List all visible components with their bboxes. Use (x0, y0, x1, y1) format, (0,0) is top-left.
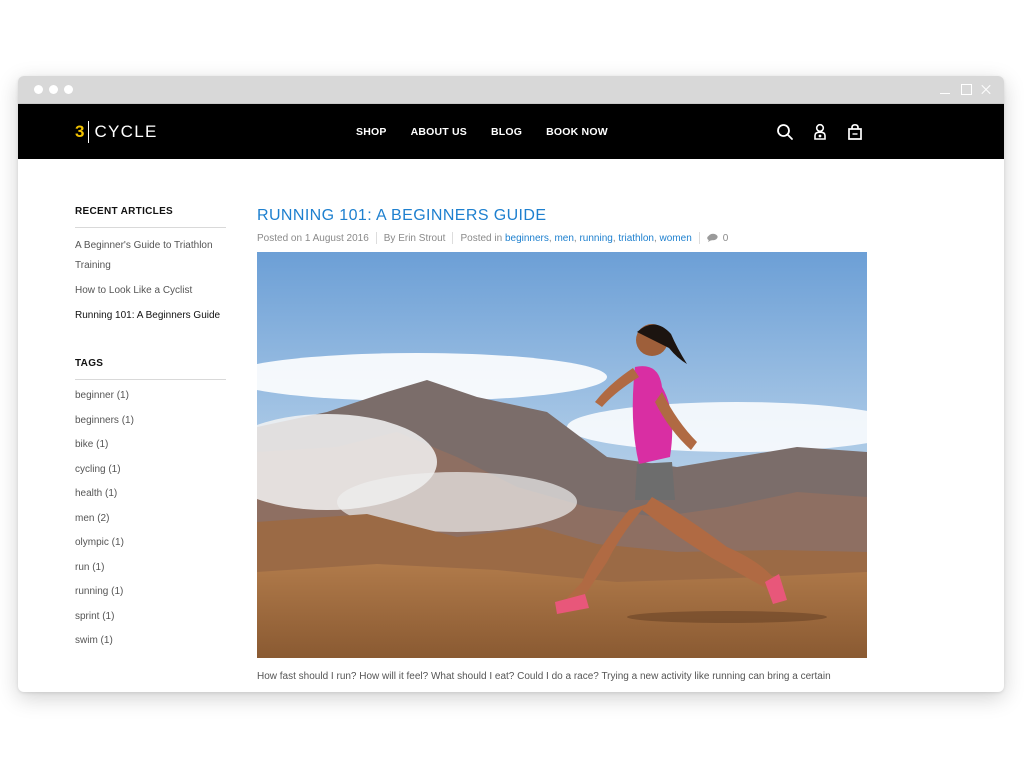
maximize-icon[interactable] (959, 82, 973, 96)
nav-link-shop[interactable]: SHOP (356, 126, 387, 138)
tag-link[interactable]: sprint (1) (75, 610, 226, 625)
nav-link-book-now[interactable]: BOOK NOW (546, 126, 608, 138)
category-link[interactable]: running (579, 233, 612, 244)
comment-count[interactable]: 0 (723, 233, 729, 244)
tag-link[interactable]: run (1) (75, 561, 226, 576)
tag-link[interactable]: bike (1) (75, 438, 226, 453)
article-title[interactable]: RUNNING 101: A BEGINNERS GUIDE (257, 206, 867, 226)
blog-article: RUNNING 101: A BEGINNERS GUIDE Posted on… (257, 206, 867, 682)
logo-text: CYCLE (94, 122, 158, 141)
account-icon[interactable] (811, 123, 829, 141)
browser-window: 3 CYCLE SHOP ABOUT US BLOG BOOK NOW RECE… (18, 76, 1004, 692)
tag-link[interactable]: olympic (1) (75, 536, 226, 551)
category-link[interactable]: men (554, 233, 573, 244)
post-date: Posted on 1 August 2016 (257, 232, 369, 244)
tag-link[interactable]: running (1) (75, 585, 226, 600)
recent-articles-heading: RECENT ARTICLES (75, 206, 226, 228)
tag-link[interactable]: cycling (1) (75, 463, 226, 478)
window-dot-icon (49, 85, 58, 94)
recent-articles-list: A Beginner's Guide to Triathlon Training… (75, 236, 226, 326)
category-link[interactable]: women (660, 233, 692, 244)
tags-heading: TAGS (75, 358, 226, 380)
window-titlebar (18, 76, 1004, 104)
window-dot-icon (64, 85, 73, 94)
site-logo[interactable]: 3 CYCLE (75, 118, 158, 146)
article-excerpt: How fast should I run? How will it feel?… (257, 671, 831, 682)
meta-divider (375, 232, 377, 244)
recent-article-link[interactable]: How to Look Like a Cyclist (75, 281, 226, 301)
recent-article-link[interactable]: A Beginner's Guide to Triathlon Training (75, 236, 226, 276)
page-content: RECENT ARTICLES A Beginner's Guide to Tr… (18, 159, 1004, 692)
logo-number: 3 (75, 122, 85, 141)
nav-link-blog[interactable]: BLOG (491, 126, 522, 138)
meta-divider (452, 232, 454, 244)
window-dot-icon (34, 85, 43, 94)
category-link[interactable]: triathlon (618, 233, 654, 244)
posted-in-label: Posted in (460, 232, 503, 244)
sidebar: RECENT ARTICLES A Beginner's Guide to Tr… (75, 206, 226, 659)
tag-list: beginner (1) beginners (1) bike (1) cycl… (75, 389, 226, 649)
cart-icon[interactable] (846, 123, 864, 141)
meta-divider (698, 232, 700, 244)
nav-link-about-us[interactable]: ABOUT US (411, 126, 467, 138)
nav-icons (759, 104, 864, 159)
post-author[interactable]: By Erin Strout (384, 233, 446, 244)
article-hero-image (257, 252, 867, 658)
recent-article-link-current[interactable]: Running 101: A Beginners Guide (75, 306, 226, 326)
search-icon[interactable] (776, 123, 794, 141)
tag-link[interactable]: beginners (1) (75, 414, 226, 429)
main-nav: SHOP ABOUT US BLOG BOOK NOW (356, 104, 632, 159)
tag-link[interactable]: health (1) (75, 487, 226, 502)
tag-link[interactable]: men (2) (75, 512, 226, 527)
logo-divider (88, 121, 90, 143)
tag-link[interactable]: swim (1) (75, 634, 226, 649)
category-link[interactable]: beginners (505, 233, 549, 244)
comment-icon (706, 233, 718, 242)
tag-link[interactable]: beginner (1) (75, 389, 226, 404)
site-navbar: 3 CYCLE SHOP ABOUT US BLOG BOOK NOW (18, 104, 1004, 159)
close-icon[interactable] (979, 82, 993, 96)
minimize-icon[interactable] (938, 82, 952, 96)
article-meta: Posted on 1 August 2016 By Erin Strout P… (257, 232, 729, 244)
